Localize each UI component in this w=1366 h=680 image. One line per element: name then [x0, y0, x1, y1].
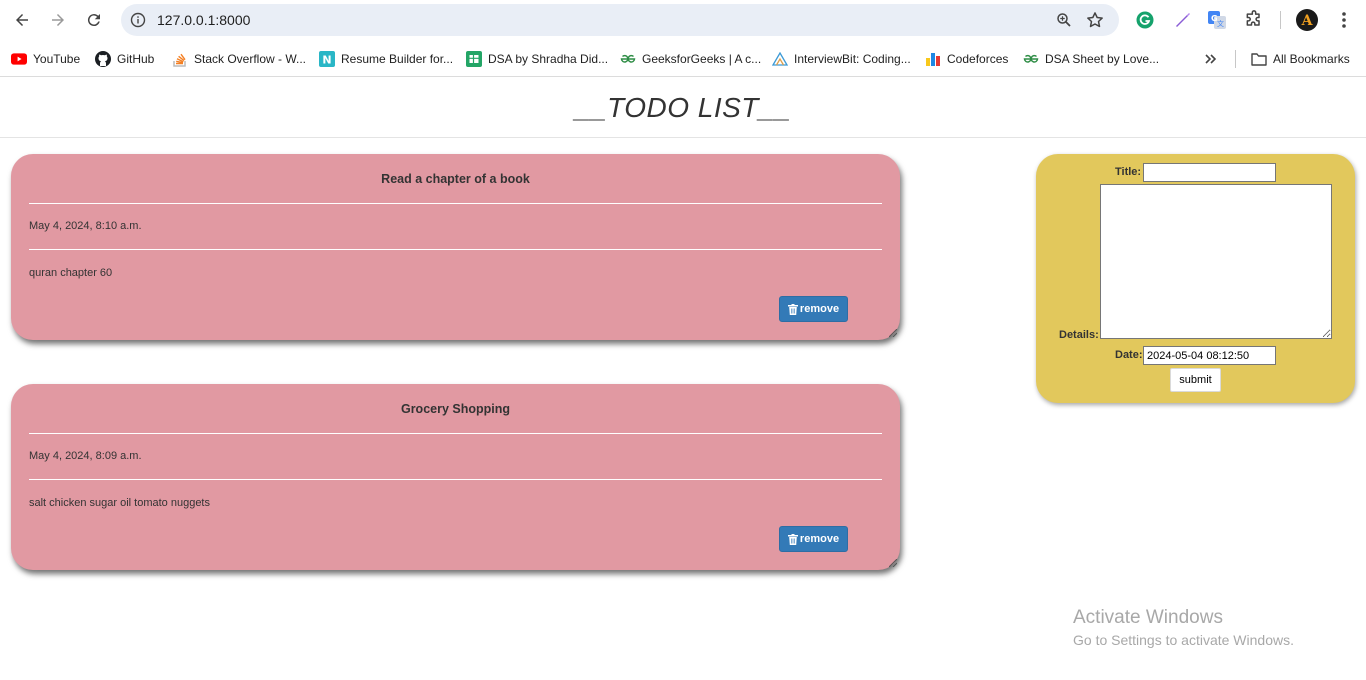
geeksforgeeks-icon [1023, 51, 1039, 67]
bookmark-dsa-sheet-love[interactable]: DSA Sheet by Love... [1023, 49, 1159, 69]
interviewbit-icon [772, 51, 788, 67]
submit-button[interactable]: submit [1170, 368, 1221, 392]
more-bookmarks-button[interactable] [1203, 49, 1219, 69]
extensions-puzzle-icon[interactable] [1243, 9, 1265, 31]
url-text: 127.0.0.1:8000 [157, 12, 251, 28]
remove-button[interactable]: remove [779, 526, 848, 552]
todo-title: Grocery Shopping [29, 384, 882, 434]
bookmark-label: DSA Sheet by Love... [1045, 52, 1160, 66]
bookmark-geeksforgeeks[interactable]: GeeksforGeeks | A c... [620, 49, 761, 69]
bookmark-codeforces[interactable]: Codeforces [925, 49, 1008, 69]
todo-card: Grocery Shopping May 4, 2024, 8:09 a.m. … [11, 384, 900, 570]
reload-button[interactable] [80, 6, 108, 34]
all-bookmarks-button[interactable]: All Bookmarks [1251, 49, 1350, 69]
bookmark-label: Stack Overflow - W... [194, 52, 307, 66]
bookmark-label: YouTube [33, 52, 81, 66]
trash-icon [787, 303, 798, 315]
todo-card: Read a chapter of a book May 4, 2024, 8:… [11, 154, 900, 340]
address-bar[interactable]: 127.0.0.1:8000 [121, 4, 1119, 36]
bookmark-stack-overflow[interactable]: Stack Overflow - W... [172, 49, 306, 69]
all-bookmarks-label: All Bookmarks [1273, 52, 1350, 66]
date-label: Date: [1115, 349, 1143, 361]
bookmark-interviewbit[interactable]: InterviewBit: Coding... [772, 49, 911, 69]
remove-button[interactable]: remove [779, 296, 848, 322]
zoom-icon[interactable] [1055, 11, 1073, 34]
trash-icon [787, 533, 798, 545]
details-textarea[interactable] [1100, 184, 1332, 339]
profile-avatar[interactable]: A [1296, 9, 1318, 31]
bookmarks-divider [1235, 50, 1236, 68]
page-header: __TODO LIST__ [0, 77, 1366, 138]
browser-toolbar: 127.0.0.1:8000 G文 A [0, 0, 1366, 40]
bookmark-label: GitHub [117, 52, 155, 66]
watermark-subtitle: Go to Settings to activate Windows. [1073, 632, 1294, 648]
bookmark-dsa-shradha[interactable]: DSA by Shradha Did... [466, 49, 608, 69]
google-translate-extension-icon[interactable]: G文 [1206, 9, 1228, 31]
bookmark-star-icon[interactable] [1085, 10, 1105, 35]
todo-details: quran chapter 60 [29, 267, 113, 279]
forward-arrow-icon [52, 14, 64, 26]
reload-icon [87, 14, 100, 27]
bookmark-label: Resume Builder for... [341, 52, 454, 66]
google-sheets-icon [466, 51, 482, 67]
svg-text:N: N [322, 54, 331, 67]
date-input[interactable] [1143, 346, 1276, 365]
resume-builder-icon: N [319, 51, 335, 67]
todo-date: May 4, 2024, 8:10 a.m. [29, 204, 882, 250]
page-title: __TODO LIST__ [574, 92, 792, 123]
site-info-icon[interactable] [127, 9, 149, 31]
github-icon [95, 51, 111, 67]
bookmark-label: GeeksforGeeks | A c... [642, 52, 762, 66]
bookmark-youtube[interactable]: YouTube [11, 49, 80, 69]
svg-text:文: 文 [1217, 19, 1224, 28]
remove-button-label: remove [799, 533, 840, 545]
bookmark-label: Codeforces [947, 52, 1009, 66]
resize-grip-icon[interactable] [889, 559, 897, 567]
page-content: __TODO LIST__ Read a chapter of a book M… [0, 77, 1366, 680]
bookmark-resume-builder[interactable]: N Resume Builder for... [319, 49, 453, 69]
stackoverflow-icon [172, 51, 188, 67]
grammarly-extension-icon[interactable] [1134, 9, 1156, 31]
add-todo-form: Title: Details: Date: submit [1036, 154, 1355, 403]
resize-grip-icon[interactable] [889, 329, 897, 337]
geeksforgeeks-icon [620, 51, 636, 67]
todo-title: Read a chapter of a book [29, 154, 882, 204]
watermark-title: Activate Windows [1073, 607, 1223, 628]
browser-menu-icon[interactable] [1333, 9, 1355, 31]
bookmarks-bar: YouTube GitHub Stack Overflow - W... N R… [0, 40, 1366, 77]
forward-button[interactable] [44, 6, 72, 34]
codeforces-icon [925, 51, 941, 67]
title-label: Title: [1115, 166, 1142, 178]
activate-windows-watermark: Activate Windows Go to Settings to activ… [1073, 607, 1294, 648]
remove-button-label: remove [799, 303, 840, 315]
details-label: Details: [1059, 329, 1099, 341]
todo-date: May 4, 2024, 8:09 a.m. [29, 434, 882, 480]
bookmark-github[interactable]: GitHub [95, 49, 154, 69]
bookmark-label: InterviewBit: Coding... [794, 52, 911, 66]
youtube-icon [11, 51, 27, 67]
profile-initial: A [1301, 13, 1314, 29]
back-arrow-icon [16, 14, 28, 26]
toolbar-divider [1280, 11, 1281, 29]
pen-extension-icon[interactable] [1171, 9, 1193, 31]
double-chevron-right-icon [1203, 51, 1219, 67]
back-button[interactable] [8, 6, 36, 34]
folder-icon [1251, 51, 1267, 67]
title-input[interactable] [1143, 163, 1276, 182]
todo-details: salt chicken sugar oil tomato nuggets [29, 497, 210, 509]
bookmark-label: DSA by Shradha Did... [488, 52, 609, 66]
